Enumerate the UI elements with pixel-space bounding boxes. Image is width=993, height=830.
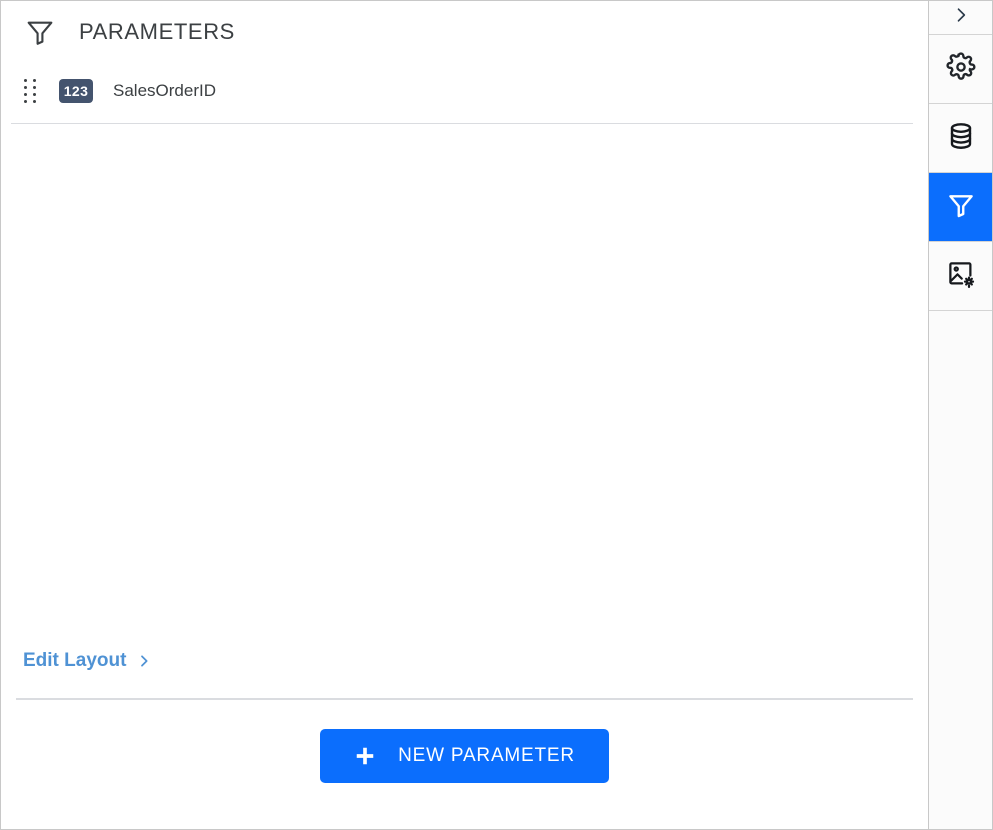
filter-funnel-icon [23, 15, 57, 49]
edit-layout-link[interactable]: Edit Layout [23, 650, 152, 672]
filter-funnel-icon [946, 190, 976, 225]
drag-handle-dots-icon[interactable] [23, 78, 37, 104]
edit-layout-label: Edit Layout [23, 650, 127, 671]
database-icon [946, 121, 976, 156]
status-badge: 123 [59, 79, 93, 103]
rail-item-expand-panel[interactable] [929, 1, 992, 35]
panel-empty-area [1, 124, 928, 650]
parameters-panel-window: PARAMETERS 123 SalesOrderID Edit Layout [0, 0, 993, 830]
chevron-right-icon [136, 653, 152, 669]
parameter-list: 123 SalesOrderID [1, 63, 928, 113]
rail-item-image-settings[interactable] [929, 242, 992, 311]
rail-item-data-source[interactable] [929, 104, 992, 173]
list-item[interactable]: 123 SalesOrderID [1, 69, 928, 113]
rail-item-settings[interactable] [929, 35, 992, 104]
image-settings-icon [946, 259, 976, 294]
gear-icon [945, 51, 976, 87]
parameter-name: SalesOrderID [113, 81, 216, 100]
new-parameter-label: NEW PARAMETER [398, 745, 575, 766]
edit-layout-container: Edit Layout [1, 650, 928, 672]
panel-header: PARAMETERS [1, 1, 928, 63]
page-title: PARAMETERS [79, 19, 235, 44]
new-parameter-button[interactable]: NEW PARAMETER [320, 729, 609, 783]
rail-item-parameters[interactable] [929, 173, 992, 242]
right-rail [928, 1, 992, 829]
plus-icon [354, 745, 376, 767]
panel-footer: NEW PARAMETER [1, 700, 928, 783]
chevron-right-icon [951, 5, 971, 30]
rail-empty-area [929, 311, 992, 829]
main-panel: PARAMETERS 123 SalesOrderID Edit Layout [1, 1, 928, 829]
